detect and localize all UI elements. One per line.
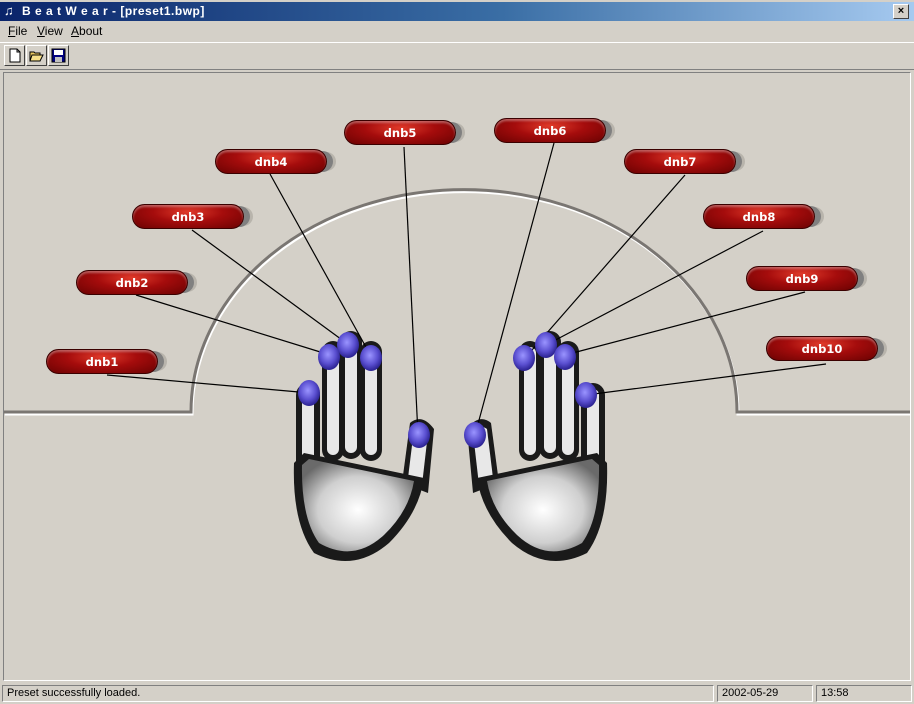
connector-dnb4 bbox=[269, 173, 373, 359]
pad-label: dnb3 bbox=[171, 210, 205, 224]
fingertip-marker-dnb9[interactable] bbox=[554, 344, 576, 370]
save-disk-icon bbox=[51, 48, 66, 63]
new-button[interactable] bbox=[4, 45, 25, 66]
connector-dnb1 bbox=[106, 374, 311, 394]
pad-label: dnb6 bbox=[533, 124, 567, 138]
title-bar[interactable]: ♫ B e a t W e a r - [preset1.bwp] × bbox=[0, 2, 914, 21]
pad-dnb4[interactable]: dnb4 bbox=[215, 149, 327, 174]
pad-label: dnb5 bbox=[383, 126, 417, 140]
status-message: Preset successfully loaded. bbox=[2, 685, 714, 702]
menu-view-accel: V bbox=[37, 24, 45, 38]
music-note-icon: ♫ bbox=[4, 3, 14, 18]
window-title: B e a t W e a r - [preset1.bwp] bbox=[22, 4, 205, 18]
connector-dnb10 bbox=[585, 363, 827, 396]
scene-graphics bbox=[4, 142, 910, 561]
fingertip-marker-dnb3[interactable] bbox=[337, 332, 359, 358]
menu-bar: File View About bbox=[0, 22, 914, 40]
drum-canvas[interactable]: dnb1 dnb2 dnb3 dnb4 dnb5 dnb6 dnb7 dnb8 … bbox=[3, 72, 911, 681]
menu-view[interactable]: View bbox=[37, 24, 63, 38]
pad-label: dnb2 bbox=[115, 276, 149, 290]
close-icon: × bbox=[897, 5, 905, 17]
save-button[interactable] bbox=[48, 45, 69, 66]
pad-dnb1[interactable]: dnb1 bbox=[46, 349, 158, 374]
fingertip-marker-dnb8[interactable] bbox=[535, 332, 557, 358]
fingertip-marker-dnb7[interactable] bbox=[513, 345, 535, 371]
right-hand-icon bbox=[467, 331, 608, 561]
fingertip-marker-dnb4[interactable] bbox=[360, 345, 382, 371]
open-folder-icon bbox=[29, 51, 44, 62]
pad-dnb8[interactable]: dnb8 bbox=[703, 204, 815, 229]
pad-dnb2[interactable]: dnb2 bbox=[76, 270, 188, 295]
fingertip-marker-dnb10[interactable] bbox=[575, 382, 597, 408]
menu-about-accel: A bbox=[71, 24, 80, 38]
status-time: 13:58 bbox=[816, 685, 912, 702]
menu-view-label: iew bbox=[44, 24, 63, 38]
connector-dnb8 bbox=[545, 230, 764, 346]
fingertip-marker-dnb6[interactable] bbox=[464, 422, 486, 448]
open-button[interactable] bbox=[26, 45, 47, 66]
pad-label: dnb7 bbox=[663, 155, 697, 169]
pad-label: dnb1 bbox=[85, 355, 119, 369]
pad-label: dnb9 bbox=[785, 272, 819, 286]
menu-file-label: ile bbox=[15, 24, 28, 38]
fingertip-marker-dnb5[interactable] bbox=[408, 422, 430, 448]
fingertip-marker-dnb2[interactable] bbox=[318, 344, 340, 370]
new-document-icon bbox=[9, 48, 21, 63]
connector-dnb2 bbox=[135, 294, 331, 356]
menu-about-label: bout bbox=[79, 24, 103, 38]
status-date: 2002-05-29 bbox=[717, 685, 813, 702]
pad-dnb6[interactable]: dnb6 bbox=[494, 118, 606, 143]
pad-dnb7[interactable]: dnb7 bbox=[624, 149, 736, 174]
connector-lines bbox=[106, 142, 827, 436]
menu-about[interactable]: About bbox=[71, 24, 102, 38]
close-button[interactable]: × bbox=[893, 4, 909, 19]
status-bar: Preset successfully loaded. 2002-05-29 1… bbox=[0, 683, 914, 704]
fingertip-marker-dnb1[interactable] bbox=[298, 380, 320, 406]
pad-dnb3[interactable]: dnb3 bbox=[132, 204, 244, 229]
app-window: ♫ B e a t W e a r - [preset1.bwp] × File… bbox=[0, 0, 914, 704]
toolbar bbox=[0, 42, 914, 70]
pad-label: dnb10 bbox=[801, 342, 843, 356]
pad-dnb10[interactable]: dnb10 bbox=[766, 336, 878, 361]
pad-dnb9[interactable]: dnb9 bbox=[746, 266, 858, 291]
connector-dnb3 bbox=[191, 229, 350, 346]
pad-label: dnb8 bbox=[742, 210, 776, 224]
pad-dnb5[interactable]: dnb5 bbox=[344, 120, 456, 145]
menu-file[interactable]: File bbox=[8, 24, 27, 38]
connector-dnb5 bbox=[403, 146, 419, 436]
pad-label: dnb4 bbox=[254, 155, 288, 169]
